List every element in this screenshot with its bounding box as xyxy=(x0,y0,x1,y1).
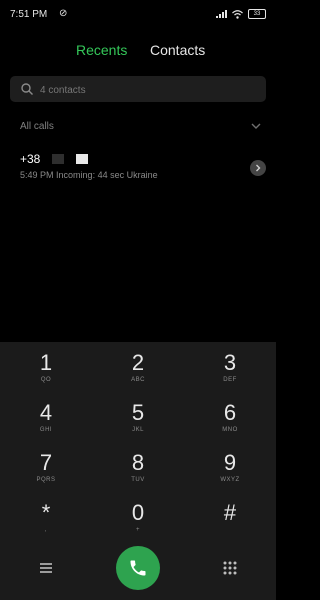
menu-icon[interactable] xyxy=(36,558,56,578)
redacted-block xyxy=(76,154,88,164)
key-digit: 3 xyxy=(223,350,237,375)
chevron-right-icon xyxy=(256,164,261,172)
key-letters: PQRS xyxy=(36,477,56,483)
status-icons: 33 xyxy=(216,9,266,19)
key-digit: # xyxy=(223,500,237,525)
dialpad-key-8[interactable]: 8 TUV xyxy=(92,446,184,492)
dialpad-key-3[interactable]: 3 DEF xyxy=(184,346,276,392)
key-digit: 2 xyxy=(131,350,145,375)
key-letters: TUV xyxy=(131,477,145,483)
call-number: +38 xyxy=(20,152,41,166)
call-location: Ukraine xyxy=(126,170,158,180)
dialpad-key-1[interactable]: 1 QO xyxy=(0,346,92,392)
key-digit: 7 xyxy=(39,450,53,475)
key-digit: 8 xyxy=(131,450,145,475)
dialpad: 1 QO 2 ABC 3 DEF 4 GHI 5 JKL 6 MNO 7 PQR… xyxy=(0,342,276,600)
key-letters: WXYZ xyxy=(220,477,240,483)
status-time: 7:51 PM xyxy=(10,9,48,20)
call-type: Incoming xyxy=(56,170,93,180)
tab-bar: Recents Contacts xyxy=(0,42,276,66)
key-digit: 4 xyxy=(39,400,53,425)
key-letters: MNO xyxy=(222,427,238,433)
key-letters: JKL xyxy=(132,427,144,433)
key-digit: 5 xyxy=(131,400,145,425)
call-button[interactable] xyxy=(116,546,160,590)
tab-contacts[interactable]: Contacts xyxy=(150,42,205,58)
key-digit: 1 xyxy=(39,350,53,375)
key-digit: 0 xyxy=(131,500,145,525)
chevron-down-icon[interactable] xyxy=(250,120,262,132)
dialpad-key-0[interactable]: 0 + xyxy=(92,496,184,542)
key-letters: , xyxy=(44,527,48,533)
sync-off-icon: ⊘ xyxy=(59,8,68,19)
status-bar: 7:51 PM ⊘ 33 xyxy=(0,0,276,30)
key-digit: * xyxy=(41,500,51,525)
wifi-icon xyxy=(232,9,243,19)
call-duration: 44 sec xyxy=(97,170,125,180)
key-digit: 9 xyxy=(223,450,237,475)
key-letters: QO xyxy=(40,377,52,383)
key-letters: GHI xyxy=(39,427,53,433)
search-input[interactable] xyxy=(38,76,262,104)
dialpad-key-star[interactable]: * , xyxy=(0,496,92,542)
phone-icon xyxy=(130,560,146,576)
key-digit: 6 xyxy=(223,400,237,425)
redacted-block xyxy=(52,154,64,164)
signal-icon xyxy=(216,10,227,18)
battery-icon: 33 xyxy=(248,9,266,19)
dialpad-key-7[interactable]: 7 PQRS xyxy=(0,446,92,492)
dialpad-key-5[interactable]: 5 JKL xyxy=(92,396,184,442)
call-filter-label[interactable]: All calls xyxy=(20,121,54,132)
tab-recents[interactable]: Recents xyxy=(76,42,127,58)
key-letters: + xyxy=(135,527,140,533)
dialpad-toggle-icon[interactable] xyxy=(220,558,240,578)
key-letters: DEF xyxy=(223,377,237,383)
call-time: 5:49 PM xyxy=(20,170,54,180)
recent-call-item[interactable]: +38 5:49 PM Incoming: 44 sec Ukraine xyxy=(0,148,276,188)
dialpad-key-9[interactable]: 9 WXYZ xyxy=(184,446,276,492)
dialpad-key-hash[interactable]: # xyxy=(184,496,276,542)
dialpad-key-4[interactable]: 4 GHI xyxy=(0,396,92,442)
call-details: 5:49 PM Incoming: 44 sec Ukraine xyxy=(20,170,158,180)
search-icon xyxy=(21,83,33,95)
dialpad-actions xyxy=(0,544,276,594)
call-detail-button[interactable] xyxy=(250,160,266,176)
dialpad-key-6[interactable]: 6 MNO xyxy=(184,396,276,442)
key-letters: ABC xyxy=(131,377,145,383)
search-bar[interactable] xyxy=(10,76,266,104)
dialpad-key-2[interactable]: 2 ABC xyxy=(92,346,184,392)
